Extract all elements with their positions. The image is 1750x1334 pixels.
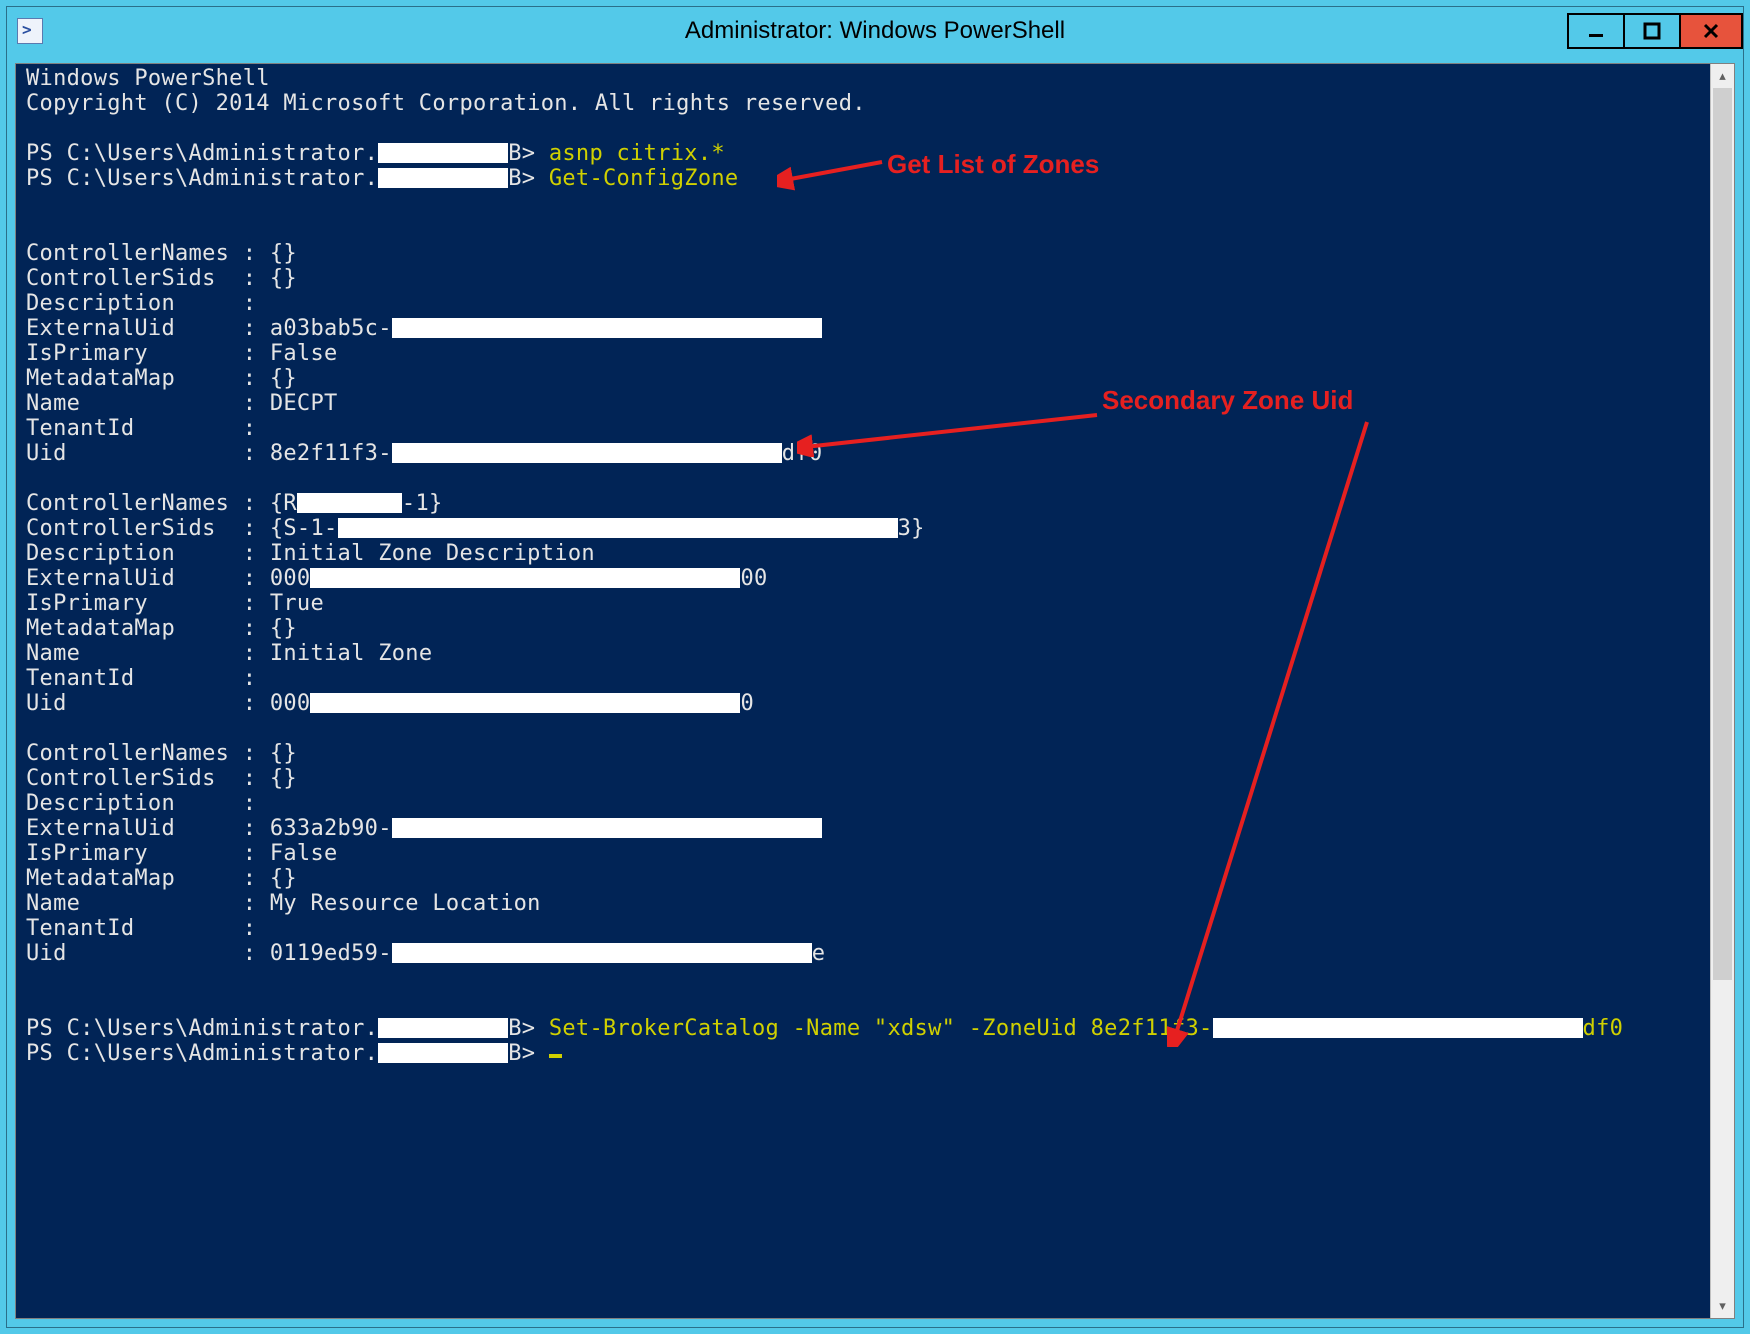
field-value: My Resource Location [270,891,541,916]
field-value: {S-1- [270,516,338,541]
prompt-suffix: B> [508,1041,535,1066]
field-value: {R [270,491,297,516]
redaction [378,1018,508,1038]
field-value: Initial Zone Description [270,541,595,566]
redaction [392,818,822,838]
redaction [392,318,822,338]
field-label: ExternalUid [26,816,175,841]
maximize-button[interactable] [1623,13,1681,49]
cmd-getzone: Get-ConfigZone [549,166,739,191]
ps-copyright: Copyright (C) 2014 Microsoft Corporation… [26,91,866,116]
prompt-suffix: B> [508,166,535,191]
redaction [392,943,812,963]
window-title: Administrator: Windows PowerShell [7,17,1743,45]
field-label: IsPrimary [26,841,148,866]
field-label: MetadataMap [26,616,175,641]
console-output[interactable]: Windows PowerShell Copyright (C) 2014 Mi… [16,64,1710,1318]
titlebar[interactable]: Administrator: Windows PowerShell [7,7,1743,55]
field-label: TenantId [26,916,134,941]
field-value: {} [270,866,297,891]
field-value: {} [270,766,297,791]
field-label: Uid [26,941,67,966]
field-label: ExternalUid [26,566,175,591]
redaction [297,493,402,513]
ps-header: Windows PowerShell [26,66,270,91]
cursor-icon [549,1054,562,1058]
field-label: ControllerSids [26,516,216,541]
field-label: IsPrimary [26,591,148,616]
prompt-suffix: B> [508,141,535,166]
redaction [1213,1018,1583,1038]
field-label: Description [26,541,175,566]
field-value: Initial Zone [270,641,433,666]
prompt: PS C:\Users\Administrator. [26,166,378,191]
field-label: ControllerNames [26,741,229,766]
field-label: Name [26,891,80,916]
field-label: ControllerSids [26,266,216,291]
field-value: 00 [740,566,767,591]
field-label: Name [26,641,80,666]
redaction [338,518,898,538]
scroll-up-button[interactable]: ▴ [1711,64,1734,88]
field-value: False [270,841,338,866]
field-value: {} [270,266,297,291]
scroll-thumb[interactable] [1713,88,1732,980]
field-value: {} [270,241,297,266]
powershell-icon [17,18,43,44]
powershell-window: Administrator: Windows PowerShell Window… [6,6,1744,1328]
field-value: {} [270,616,297,641]
field-value: 8e2f11f3- [270,441,392,466]
field-label: TenantId [26,666,134,691]
redaction [310,568,740,588]
redaction [392,443,782,463]
prompt: PS C:\Users\Administrator. [26,1041,378,1066]
field-label: MetadataMap [26,366,175,391]
field-label: IsPrimary [26,341,148,366]
field-label: Description [26,791,175,816]
client-area: Windows PowerShell Copyright (C) 2014 Mi… [15,63,1735,1319]
field-value: {} [270,741,297,766]
field-label: ControllerSids [26,766,216,791]
field-value: 3} [898,516,925,541]
field-label: TenantId [26,416,134,441]
field-value: 0119ed59- [270,941,392,966]
window-controls [1569,13,1743,49]
field-value: 0 [740,691,754,716]
field-label: Description [26,291,175,316]
prompt: PS C:\Users\Administrator. [26,141,378,166]
prompt: PS C:\Users\Administrator. [26,1016,378,1041]
field-label: MetadataMap [26,866,175,891]
field-label: Name [26,391,80,416]
scroll-down-button[interactable]: ▾ [1711,1294,1734,1318]
cmd-setbroker: Set-BrokerCatalog -Name "xdsw" -ZoneUid … [549,1016,1213,1041]
field-value: 633a2b90- [270,816,392,841]
redaction [310,693,740,713]
field-value: df0 [782,441,823,466]
scroll-track[interactable] [1711,88,1734,1294]
field-label: ControllerNames [26,241,229,266]
cmd-tail: df0 [1583,1016,1624,1041]
field-value: -1} [402,491,443,516]
minimize-button[interactable] [1567,13,1625,49]
field-label: Uid [26,441,67,466]
field-label: ControllerNames [26,491,229,516]
field-label: ExternalUid [26,316,175,341]
vertical-scrollbar[interactable]: ▴ ▾ [1710,64,1734,1318]
field-value: 000 [270,566,311,591]
redaction [378,168,508,188]
field-value: False [270,341,338,366]
field-value: DECPT [270,391,338,416]
close-button[interactable] [1679,13,1743,49]
field-value: 000 [270,691,311,716]
field-value: e [812,941,826,966]
field-value: a03bab5c- [270,316,392,341]
redaction [378,1043,508,1063]
field-value: {} [270,366,297,391]
field-value: True [270,591,324,616]
cmd-asnp: asnp citrix.* [549,141,725,166]
field-label: Uid [26,691,67,716]
prompt-suffix: B> [508,1016,535,1041]
redaction [378,143,508,163]
